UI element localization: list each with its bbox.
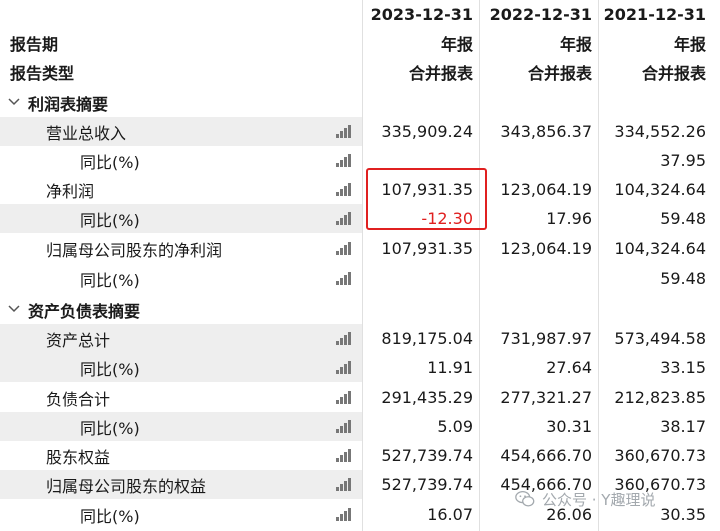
header-corner [0, 0, 362, 28]
table-row: 负债合计 291,435.29 277,321.27 212,823.85 [0, 383, 720, 412]
cell-value [362, 264, 479, 293]
cell-value: 212,823.85 [614, 388, 706, 407]
report-period-label: 报告期 [10, 34, 59, 54]
table-row: 净利润 107,931.35 123,064.19 104,324.64 [0, 175, 720, 204]
period-header[interactable]: 2021-12-31 [598, 0, 720, 28]
cell-value: 107,931.35 [381, 239, 473, 258]
cell-value: 59.48 [660, 269, 706, 288]
cell-value: 37.95 [660, 151, 706, 170]
table-row: 同比(%) -12.30 17.96 59.48 [0, 204, 720, 233]
cell-value: 335,909.24 [381, 122, 473, 141]
cell-value: 11.91 [427, 358, 473, 377]
bar-chart-icon[interactable] [336, 125, 351, 138]
cell-value [479, 146, 598, 175]
section-label-cell: 利润表摘要 [0, 88, 362, 117]
cell-value: 527,739.74 [381, 446, 473, 465]
cell-value: 33.15 [660, 358, 706, 377]
table-row: 同比(%) 37.95 [0, 146, 720, 175]
report-type-label: 报告类型 [10, 63, 75, 83]
table-row: 股东权益 527,739.74 454,666.70 360,670.73 [0, 441, 720, 470]
bar-chart-icon[interactable] [336, 154, 351, 167]
table-row: 营业总收入 335,909.24 343,856.37 334,552.26 [0, 117, 720, 146]
cell-value: 123,064.19 [500, 180, 592, 199]
row-label: 同比(%) [80, 152, 140, 172]
cell-value: 819,175.04 [381, 329, 473, 348]
header-periods-row: 2023-12-31 2022-12-31 2021-12-31 [0, 0, 720, 28]
highlight-box [366, 168, 487, 230]
section-income-statement[interactable]: 利润表摘要 [0, 88, 720, 117]
row-label: 归属母公司股东的权益 [0, 470, 362, 499]
chevron-down-icon[interactable] [8, 95, 20, 110]
table-row: 资产总计 819,175.04 731,987.97 573,494.58 [0, 324, 720, 353]
row-label: 股东权益 [46, 447, 111, 467]
row-label: 同比(%) [0, 353, 362, 382]
cell-value: 5.09 [437, 417, 473, 436]
financial-summary-table: 2023-12-31 2022-12-31 2021-12-31 报告期 年报 … [0, 0, 720, 531]
bar-chart-icon[interactable] [336, 272, 351, 285]
section-label-cell: 资产负债表摘要 [0, 295, 362, 324]
bar-chart-icon[interactable] [336, 508, 351, 521]
table-row: 同比(%) 59.48 [0, 264, 720, 293]
cell-value: 104,324.64 [614, 239, 706, 258]
report-period-value: 年报 [559, 34, 592, 54]
cell-value: 360,670.73 [614, 446, 706, 465]
cell-value: 30.31 [546, 417, 592, 436]
bar-chart-icon[interactable] [336, 242, 351, 255]
watermark-text: 公众号 · Y趣理说 [542, 490, 656, 509]
cell-value: 16.07 [427, 505, 473, 524]
cell-value: 731,987.97 [500, 329, 592, 348]
bar-chart-icon[interactable] [336, 183, 351, 196]
row-label: 同比(%) [0, 204, 362, 233]
report-type-value: 合并报表 [641, 63, 706, 83]
table-row: 同比(%) 11.91 27.64 33.15 [0, 353, 720, 382]
report-period-row: 报告期 年报 年报 年报 [0, 28, 720, 57]
report-period-value: 年报 [673, 34, 706, 54]
row-label: 营业总收入 [0, 117, 362, 146]
cell-value: 27.64 [546, 358, 592, 377]
table-row: 同比(%) 5.09 30.31 38.17 [0, 412, 720, 441]
bar-chart-icon[interactable] [336, 332, 351, 345]
row-label: 资产总计 [0, 324, 362, 353]
cell-value: 334,552.26 [614, 122, 706, 141]
bar-chart-icon[interactable] [336, 212, 351, 225]
cell-value: 38.17 [660, 417, 706, 436]
row-label: 同比(%) [80, 270, 140, 290]
cell-value: 59.48 [660, 209, 706, 228]
section-title: 资产负债表摘要 [28, 301, 141, 321]
wechat-icon [515, 491, 535, 507]
row-label: 归属母公司股东的净利润 [46, 240, 223, 260]
bar-chart-icon[interactable] [336, 478, 351, 491]
bar-chart-icon[interactable] [336, 391, 351, 404]
cell-value: 291,435.29 [381, 388, 473, 407]
row-label: 同比(%) [0, 412, 362, 441]
chevron-down-icon[interactable] [8, 302, 20, 317]
cell-value: 527,739.74 [381, 475, 473, 494]
cell-value [479, 264, 598, 293]
row-label: 同比(%) [80, 506, 140, 526]
period-header[interactable]: 2022-12-31 [479, 0, 598, 28]
bar-chart-icon[interactable] [336, 449, 351, 462]
cell-value: 123,064.19 [500, 239, 592, 258]
cell-value: 17.96 [546, 209, 592, 228]
cell-value: 343,856.37 [500, 122, 592, 141]
cell-value: 104,324.64 [614, 180, 706, 199]
report-type-value: 合并报表 [527, 63, 592, 83]
bar-chart-icon[interactable] [336, 361, 351, 374]
row-label: 负债合计 [46, 389, 111, 409]
cell-value: 573,494.58 [614, 329, 706, 348]
report-type-value: 合并报表 [408, 63, 473, 83]
bar-chart-icon[interactable] [336, 420, 351, 433]
watermark: 公众号 · Y趣理说 [514, 488, 655, 510]
table-row: 归属母公司股东的净利润 107,931.35 123,064.19 104,32… [0, 234, 720, 263]
period-header[interactable]: 2023-12-31 [362, 0, 479, 28]
section-balance-sheet[interactable]: 资产负债表摘要 [0, 295, 720, 324]
report-period-value: 年报 [440, 34, 473, 54]
cell-value: 277,321.27 [500, 388, 592, 407]
report-type-row: 报告类型 合并报表 合并报表 合并报表 [0, 57, 720, 86]
row-label: 净利润 [46, 181, 95, 201]
section-title: 利润表摘要 [28, 94, 109, 114]
cell-value: 454,666.70 [500, 446, 592, 465]
